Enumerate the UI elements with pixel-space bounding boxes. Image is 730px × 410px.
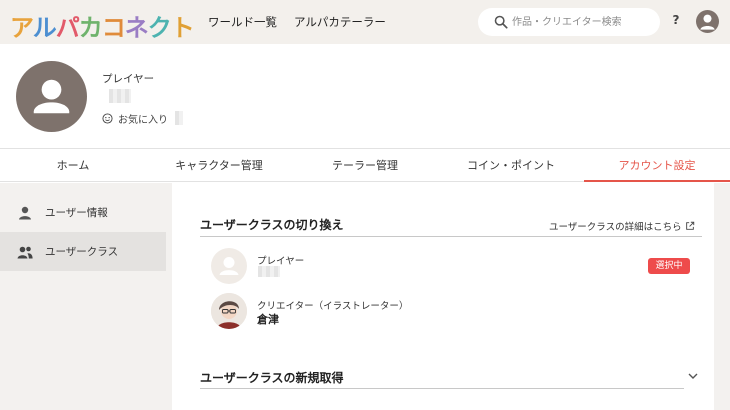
favorites-label: お気に入り bbox=[118, 114, 168, 126]
favorites[interactable]: お気に入り bbox=[102, 111, 168, 126]
player-class-avatar bbox=[211, 248, 247, 284]
top-header: アルパカコネクト ワールド一覧 アルパカテーラー ? bbox=[0, 0, 730, 44]
logo-letter: ク bbox=[147, 14, 172, 42]
help-button[interactable]: ? bbox=[670, 13, 682, 29]
redacted-player-name bbox=[258, 266, 280, 277]
chevron-down-icon[interactable] bbox=[687, 371, 699, 381]
section-divider bbox=[200, 236, 702, 237]
nav-world-list[interactable]: ワールド一覧 bbox=[208, 14, 277, 30]
search-input[interactable] bbox=[512, 14, 652, 30]
tab-coins-points[interactable]: コイン・ポイント bbox=[438, 149, 584, 182]
user-menu-avatar[interactable] bbox=[696, 10, 719, 33]
sidebar-item-user-class[interactable]: ユーザークラス bbox=[0, 232, 166, 271]
creator-portrait-icon bbox=[211, 293, 247, 329]
tab-home[interactable]: ホーム bbox=[0, 149, 146, 182]
settings-sidebar: ユーザー情報 ユーザークラス bbox=[0, 183, 172, 410]
external-link-icon bbox=[685, 221, 694, 230]
account-tabs: ホーム キャラクター管理 テーラー管理 コイン・ポイント アカウント設定 bbox=[0, 148, 730, 182]
class-details-link[interactable]: ユーザークラスの詳細はこちら bbox=[549, 219, 695, 233]
logo-letter: ト bbox=[170, 14, 195, 42]
user-icon bbox=[33, 79, 70, 114]
people-icon bbox=[17, 246, 33, 258]
logo-letter: ネ bbox=[124, 14, 149, 42]
sidebar-item-label: ユーザークラス bbox=[45, 246, 119, 258]
search-box[interactable] bbox=[478, 8, 660, 36]
creator-class-name: 倉津 bbox=[257, 313, 279, 326]
acquire-class-heading[interactable]: ユーザークラスの新規取得 bbox=[200, 369, 344, 386]
creator-class-avatar[interactable] bbox=[211, 293, 247, 329]
redacted-username bbox=[109, 89, 131, 103]
site-logo[interactable]: アルパカコネクト bbox=[10, 8, 195, 43]
profile-role: プレイヤー bbox=[102, 73, 155, 85]
creator-class-role: クリエイター（イラストレーター） bbox=[257, 301, 409, 312]
user-icon bbox=[219, 257, 239, 275]
class-details-link-label: ユーザークラスの詳細はこちら bbox=[549, 222, 682, 233]
smile-icon bbox=[102, 112, 113, 124]
logo-letter: コ bbox=[101, 14, 126, 42]
tab-account-settings[interactable]: アカウント設定 bbox=[584, 149, 730, 182]
logo-letter: パ bbox=[55, 14, 80, 42]
selected-badge: 選択中 bbox=[648, 258, 690, 274]
logo-letter: ル bbox=[32, 14, 57, 42]
tab-character-management[interactable]: キャラクター管理 bbox=[146, 149, 292, 182]
section-divider bbox=[200, 388, 684, 389]
logo-letter: カ bbox=[78, 14, 103, 42]
tab-tailor-management[interactable]: テーラー管理 bbox=[292, 149, 438, 182]
sidebar-item-user-info[interactable]: ユーザー情報 bbox=[0, 193, 166, 232]
search-icon bbox=[494, 15, 508, 29]
user-icon bbox=[700, 14, 715, 30]
redacted-favorites-count bbox=[175, 111, 183, 125]
content-gutter bbox=[714, 183, 730, 410]
sidebar-item-label: ユーザー情報 bbox=[45, 207, 108, 219]
logo-letter: ア bbox=[10, 14, 34, 42]
switch-class-heading: ユーザークラスの切り換え bbox=[200, 218, 344, 232]
person-icon bbox=[19, 206, 31, 219]
nav-alpaca-tailor[interactable]: アルパカテーラー bbox=[294, 14, 386, 30]
player-class-role: プレイヤー bbox=[257, 256, 305, 267]
profile-avatar bbox=[16, 61, 87, 132]
